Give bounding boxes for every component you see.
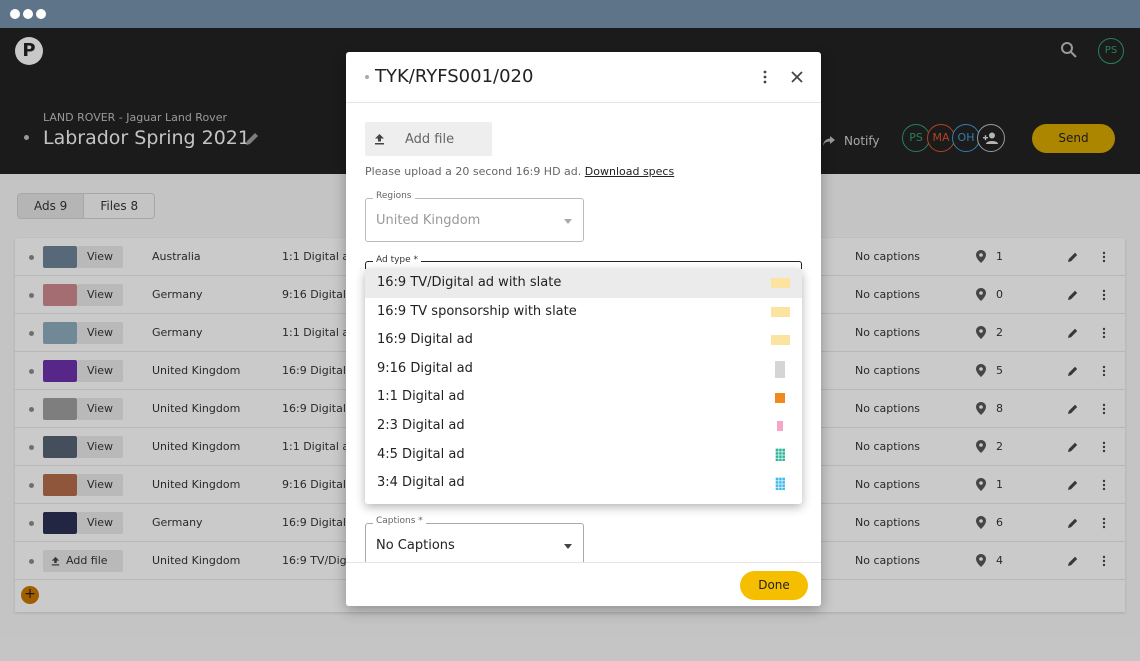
close-icon[interactable] [790, 70, 804, 84]
regions-label: Regions [373, 191, 415, 201]
regions-value: United Kingdom [376, 213, 481, 228]
more-vertical-icon[interactable] [762, 70, 768, 84]
aspect-ratio-swatch [775, 360, 785, 378]
ad-type-option-label: 16:9 TV sponsorship with slate [377, 303, 577, 319]
ad-type-option[interactable]: 16:9 TV sponsorship with slate [365, 298, 802, 327]
aspect-ratio-swatch [777, 421, 783, 432]
window-dot [10, 9, 20, 19]
done-button[interactable]: Done [740, 571, 808, 600]
aspect-ratio-swatch [775, 392, 785, 403]
upload-icon [375, 134, 384, 145]
ad-type-option-label: 3:4 Digital ad [377, 475, 465, 491]
aspect-ratio-swatch [770, 335, 790, 346]
captions-select[interactable]: Captions * No Captions [365, 516, 584, 567]
ad-type-option[interactable]: 9:16 Digital ad [365, 355, 802, 384]
window-dot [36, 9, 46, 19]
ad-type-option-label: 16:9 TV/Digital ad with slate [377, 275, 562, 290]
ad-type-dropdown: 16:9 TV/Digital ad with slate 16:9 TV spo… [365, 269, 802, 504]
aspect-ratio-swatch [775, 448, 785, 462]
chevron-down-icon [564, 219, 572, 224]
upload-hint: Please upload a 20 second 16:9 HD ad. Do… [365, 165, 674, 178]
upload-hint-text: Please upload a 20 second 16:9 HD ad. [365, 165, 582, 178]
aspect-ratio-swatch [775, 476, 785, 490]
ad-type-option-label: 2:3 Digital ad [377, 417, 465, 433]
captions-value: No Captions [376, 538, 455, 553]
modal-header: TYK/RYFS001/020 [346, 52, 821, 103]
captions-label: Captions * [373, 516, 426, 526]
ad-type-option[interactable]: 16:9 Digital ad [365, 326, 802, 355]
ad-type-option[interactable]: 2:3 Digital ad [365, 412, 802, 441]
add-file-button[interactable]: Add file [365, 122, 492, 156]
ad-type-option[interactable]: 16:9 TV/Digital ad with slate [365, 269, 802, 298]
ad-type-option[interactable]: 1:1 Digital ad [365, 383, 802, 412]
aspect-ratio-swatch [770, 278, 790, 289]
chevron-down-icon [564, 544, 572, 549]
regions-select[interactable]: Regions United Kingdom [365, 191, 584, 242]
modal-footer: Done [346, 562, 821, 606]
status-dot [365, 75, 369, 79]
ad-type-option[interactable]: 3:4 Digital ad [365, 469, 802, 498]
modal-title: TYK/RYFS001/020 [375, 66, 534, 87]
add-file-label: Add file [405, 131, 455, 147]
aspect-ratio-swatch [770, 306, 790, 317]
ad-type-option-label: 16:9 Digital ad [377, 332, 473, 348]
window-dot [23, 9, 33, 19]
ad-type-option-label: 9:16 Digital ad [377, 360, 473, 376]
ad-type-option-label: 4:5 Digital ad [377, 446, 465, 462]
ad-type-option-label: 1:1 Digital ad [377, 389, 465, 405]
ad-type-option[interactable]: 4:5 Digital ad [365, 441, 802, 470]
browser-chrome [0, 0, 1140, 28]
download-specs-link[interactable]: Download specs [585, 165, 674, 178]
ad-type-label: Ad type * [373, 255, 422, 265]
